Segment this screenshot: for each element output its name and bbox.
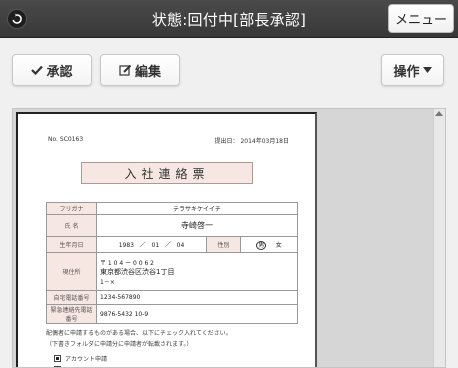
operations-dropdown-button[interactable]: 操作 bbox=[381, 54, 444, 86]
edit-label: 編集 bbox=[134, 64, 161, 80]
pencil-icon bbox=[119, 64, 132, 76]
name-value: 寺崎啓一 bbox=[96, 214, 298, 237]
checkmark-icon bbox=[31, 65, 44, 75]
birth-year: 1983 bbox=[118, 242, 135, 249]
table-row: 現住所 〒 1 0 4 ー 0 0 6 2 東京都渋谷区渋谷1丁目 1－× bbox=[46, 252, 298, 291]
operations-label: 操作 bbox=[393, 64, 420, 80]
account-request-checkbox[interactable]: アカウント申請 bbox=[54, 354, 107, 363]
document-preview[interactable]: No. SC0163 提出日： 2014年03月18日 入社連絡票 フリガナ テ… bbox=[12, 108, 446, 368]
note-line-2: （下書きフォルダに申請分に申請者が転載されます。） bbox=[46, 341, 193, 348]
form-title: 入社連絡票 bbox=[81, 162, 253, 184]
table-row: フリガナ テラサキケイイチ bbox=[46, 202, 298, 215]
form-table: フリガナ テラサキケイイチ 氏 名 寺崎啓一 生年月日 1983 ／ 01 ／ … bbox=[46, 202, 298, 324]
emergency-phone-label: 緊急連絡先電話番号 bbox=[46, 304, 97, 324]
checkbox-label: アカウント申請 bbox=[65, 356, 108, 363]
date-separator: ／ bbox=[161, 242, 175, 249]
caret-down-icon bbox=[422, 67, 432, 73]
toolbar: 承認 編集 操作 bbox=[0, 38, 458, 100]
table-row: 自宅電話番号 1234-567890 bbox=[46, 290, 298, 305]
document-page: No. SC0163 提出日： 2014年03月18日 入社連絡票 フリガナ テ… bbox=[16, 112, 317, 367]
gender-value: 男 女 bbox=[240, 236, 298, 253]
table-row: 生年月日 1983 ／ 01 ／ 04 性別 男 女 bbox=[46, 236, 298, 253]
document-number: No. SC0163 bbox=[48, 136, 84, 143]
note-line-1: 配偶者に申請するものがある場合、以下にチェック入れてください。 bbox=[46, 330, 232, 337]
gender-female: 女 bbox=[275, 242, 282, 249]
address-label: 現住所 bbox=[46, 252, 97, 291]
table-row: 緊急連絡先電話番号 9876-5432 10-9 bbox=[46, 304, 298, 324]
name-label: 氏 名 bbox=[46, 214, 97, 237]
birthdate-value: 1983 ／ 01 ／ 04 bbox=[96, 236, 207, 253]
scroll-up-icon[interactable] bbox=[435, 111, 443, 116]
postal-code: 〒 1 0 4 ー 0 0 6 2 bbox=[100, 259, 154, 267]
app-header: 状態:回付中[部長承認] メニュー bbox=[0, 0, 458, 38]
table-row: 氏 名 寺崎啓一 bbox=[46, 214, 298, 237]
phone-value: 1234-567890 bbox=[96, 290, 298, 305]
checkbox-checked bbox=[54, 355, 61, 362]
furigana-label: フリガナ bbox=[46, 202, 97, 215]
address-value-cell: 〒 1 0 4 ー 0 0 6 2 東京都渋谷区渋谷1丁目 1－× bbox=[96, 252, 298, 291]
edit-button[interactable]: 編集 bbox=[100, 54, 180, 86]
menu-button[interactable]: メニュー bbox=[388, 4, 454, 33]
birth-month: 01 bbox=[151, 242, 160, 249]
submission-date: 提出日： 2014年03月18日 bbox=[214, 138, 289, 145]
address-value: 東京都渋谷区渋谷1丁目 bbox=[100, 267, 175, 276]
birthdate-label: 生年月日 bbox=[46, 236, 97, 253]
date-separator: ／ bbox=[135, 242, 150, 249]
gender-male: 男 bbox=[256, 241, 267, 250]
approve-button[interactable]: 承認 bbox=[12, 54, 92, 86]
emergency-phone-value: 9876-5432 10-9 bbox=[96, 304, 298, 324]
phone-label: 自宅電話番号 bbox=[46, 290, 97, 305]
gender-label: 性別 bbox=[206, 236, 241, 253]
instruction-note: 配偶者に申請するものがある場合、以下にチェック入れてください。 （下書きフォルダ… bbox=[46, 328, 232, 350]
approve-label: 承認 bbox=[46, 64, 73, 80]
vertical-scrollbar[interactable] bbox=[433, 109, 445, 367]
furigana-value: テラサキケイイチ bbox=[96, 202, 298, 215]
birth-day: 04 bbox=[176, 242, 185, 249]
address-kana: 1－× bbox=[100, 278, 115, 286]
